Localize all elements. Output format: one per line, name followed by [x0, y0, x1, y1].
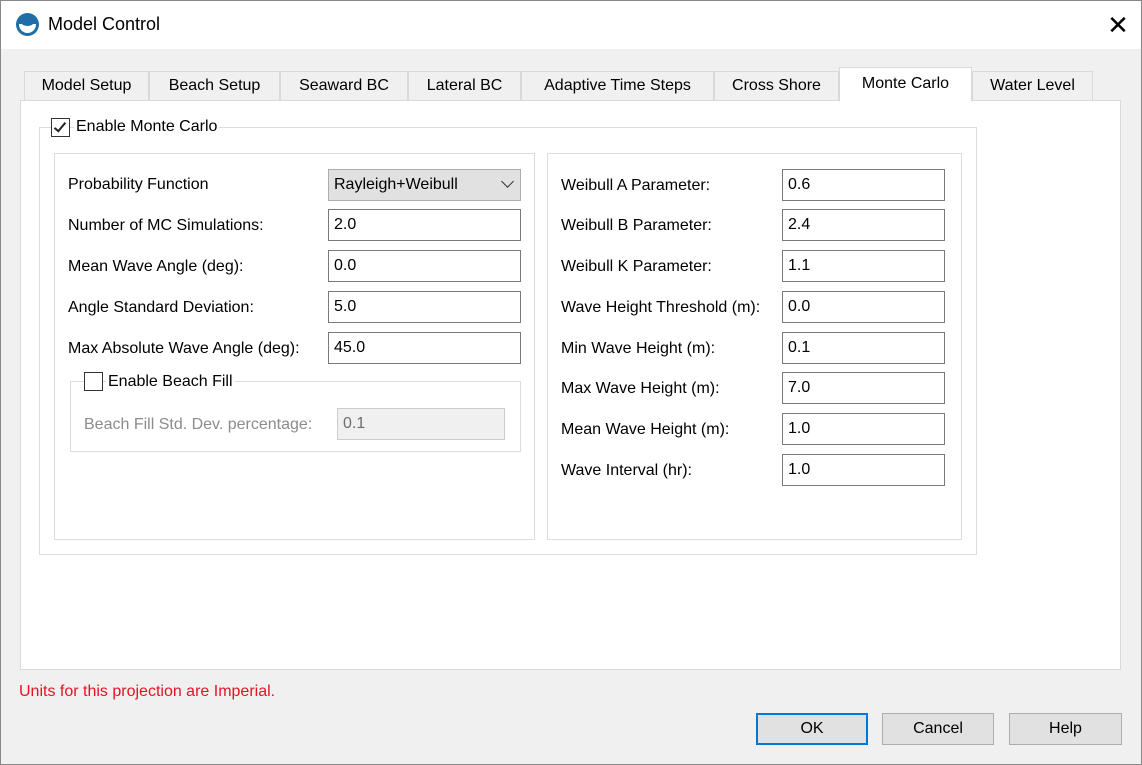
- tab-water-level[interactable]: Water Level: [972, 71, 1093, 101]
- checkmark-icon: [53, 119, 67, 133]
- tab-seaward-bc[interactable]: Seaward BC: [280, 71, 408, 101]
- tab-monte-carlo[interactable]: Monte Carlo: [839, 67, 972, 102]
- weibull-b-field[interactable]: 2.4: [782, 209, 945, 241]
- tab-lateral-bc[interactable]: Lateral BC: [408, 71, 521, 101]
- title-bar: Model Control ✕: [1, 1, 1141, 49]
- model-control-dialog: Model Control ✕ Model Setup Beach Setup …: [0, 0, 1142, 765]
- cancel-button[interactable]: Cancel: [882, 713, 994, 745]
- enable-beach-fill-label: Enable Beach Fill: [106, 373, 235, 391]
- max-wave-height-label: Max Wave Height (m):: [561, 380, 720, 397]
- max-wave-angle-label: Max Absolute Wave Angle (deg):: [68, 340, 300, 357]
- wave-height-threshold-field[interactable]: 0.0: [782, 291, 945, 323]
- help-button[interactable]: Help: [1009, 713, 1122, 745]
- weibull-k-field[interactable]: 1.1: [782, 250, 945, 282]
- weibull-b-label: Weibull B Parameter:: [561, 217, 712, 234]
- enable-beach-fill-checkbox[interactable]: [84, 372, 103, 391]
- units-note: Units for this projection are Imperial.: [19, 683, 276, 700]
- tab-beach-setup[interactable]: Beach Setup: [149, 71, 280, 101]
- mean-wave-height-label: Mean Wave Height (m):: [561, 421, 730, 438]
- ok-button[interactable]: OK: [756, 713, 868, 745]
- min-wave-height-label: Min Wave Height (m):: [561, 340, 716, 357]
- mean-wave-height-field[interactable]: 1.0: [782, 413, 945, 445]
- max-wave-height-field[interactable]: 7.0: [782, 372, 945, 404]
- tab-model-setup[interactable]: Model Setup: [24, 71, 149, 101]
- enable-monte-carlo-label: Enable Monte Carlo: [74, 118, 220, 136]
- min-wave-height-field[interactable]: 0.1: [782, 332, 945, 364]
- num-simulations-field[interactable]: 2.0: [328, 209, 521, 241]
- probability-function-select[interactable]: Rayleigh+Weibull: [328, 169, 521, 201]
- mean-wave-angle-field[interactable]: 0.0: [328, 250, 521, 282]
- angle-std-dev-label: Angle Standard Deviation:: [68, 299, 254, 316]
- app-logo-wave-crest: [22, 21, 33, 26]
- close-icon[interactable]: ✕: [1095, 1, 1141, 49]
- tab-cross-shore[interactable]: Cross Shore: [714, 71, 839, 101]
- beach-fill-std-field[interactable]: 0.1: [337, 408, 505, 440]
- chevron-down-icon: [501, 175, 514, 188]
- max-wave-angle-field[interactable]: 45.0: [328, 332, 521, 364]
- tab-adaptive-time-steps[interactable]: Adaptive Time Steps: [521, 71, 714, 101]
- enable-monte-carlo-checkbox[interactable]: [51, 118, 70, 137]
- beach-fill-std-label: Beach Fill Std. Dev. percentage:: [84, 416, 313, 433]
- weibull-k-label: Weibull K Parameter:: [561, 258, 712, 275]
- wave-interval-field[interactable]: 1.0: [782, 454, 945, 486]
- mean-wave-angle-label: Mean Wave Angle (deg):: [68, 258, 244, 275]
- app-logo-icon: [16, 13, 39, 36]
- probability-function-value: Rayleigh+Weibull: [334, 176, 458, 193]
- probability-function-label: Probability Function: [68, 176, 209, 193]
- num-simulations-label: Number of MC Simulations:: [68, 217, 264, 234]
- weibull-a-field[interactable]: 0.6: [782, 169, 945, 201]
- angle-std-dev-field[interactable]: 5.0: [328, 291, 521, 323]
- wave-height-threshold-label: Wave Height Threshold (m):: [561, 299, 761, 316]
- window-title: Model Control: [48, 14, 161, 34]
- weibull-a-label: Weibull A Parameter:: [561, 177, 711, 194]
- wave-interval-label: Wave Interval (hr):: [561, 462, 692, 479]
